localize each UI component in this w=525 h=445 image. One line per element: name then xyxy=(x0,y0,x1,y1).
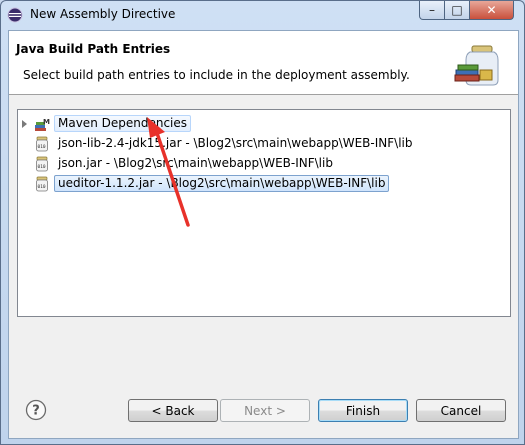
tree-item-label: ueditor-1.1.2.jar - \Blog2\src\main\weba… xyxy=(54,175,390,192)
page-title: Java Build Path Entries xyxy=(16,42,171,56)
jar-file-icon: 010 xyxy=(36,156,48,172)
tree-item-label: json.jar - \Blog2\src\main\webapp\WEB-IN… xyxy=(58,156,333,170)
back-button[interactable]: < Back xyxy=(128,399,218,422)
dialog-client-area: Java Build Path Entries Select build pat… xyxy=(8,30,519,439)
title-bar[interactable]: New Assembly Directive – □ ✕ xyxy=(1,1,524,29)
maximize-icon: □ xyxy=(451,3,463,17)
dialog-window: New Assembly Directive – □ ✕ Java Build … xyxy=(0,0,525,445)
svg-text:010: 010 xyxy=(38,184,46,190)
next-button[interactable]: Next > xyxy=(220,399,310,422)
wizard-header: Java Build Path Entries Select build pat… xyxy=(9,31,518,95)
tree-item-label: json-lib-2.4-jdk15.jar - \Blog2\src\main… xyxy=(58,136,413,150)
maven-library-icon: M xyxy=(35,118,50,131)
jar-file-icon: 010 xyxy=(36,136,48,152)
build-path-entries-tree[interactable]: M Maven Dependencies 010 json-lib-2.4-jd… xyxy=(17,109,511,317)
minimize-button[interactable]: – xyxy=(419,1,445,20)
expand-arrow-icon[interactable] xyxy=(22,120,27,128)
svg-text:?: ? xyxy=(32,404,40,419)
tree-item-label: Maven Dependencies xyxy=(54,115,192,132)
svg-text:010: 010 xyxy=(38,164,46,170)
tree-item-jar[interactable]: 010 ueditor-1.1.2.jar - \Blog2\src\main\… xyxy=(18,174,508,193)
help-icon[interactable]: ? xyxy=(25,399,47,421)
window-title: New Assembly Directive xyxy=(30,7,176,21)
jar-file-icon: 010 xyxy=(36,176,48,192)
page-description: Select build path entries to include in … xyxy=(23,68,410,82)
tree-item-jar[interactable]: 010 json.jar - \Blog2\src\main\webapp\WE… xyxy=(18,154,508,173)
tree-item-maven-dependencies[interactable]: M Maven Dependencies xyxy=(18,114,508,133)
svg-text:010: 010 xyxy=(38,144,46,150)
svg-text:M: M xyxy=(43,118,50,126)
minimize-icon: – xyxy=(429,3,435,17)
cancel-button[interactable]: Cancel xyxy=(416,399,506,422)
close-button[interactable]: ✕ xyxy=(469,1,514,20)
maximize-button[interactable]: □ xyxy=(444,1,470,20)
library-jar-icon xyxy=(454,45,499,86)
tree-item-jar[interactable]: 010 json-lib-2.4-jdk15.jar - \Blog2\src\… xyxy=(18,134,508,153)
eclipse-app-icon xyxy=(7,7,23,23)
finish-button[interactable]: Finish xyxy=(318,399,408,422)
close-icon: ✕ xyxy=(486,3,497,17)
